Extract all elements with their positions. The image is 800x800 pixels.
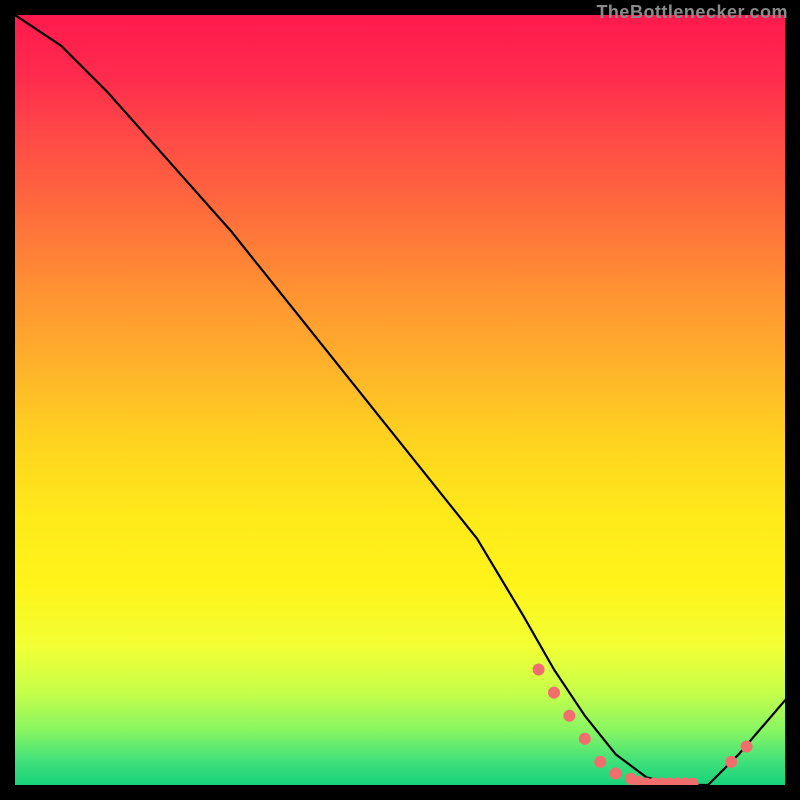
- attribution-label: TheBottlenecker.com: [596, 2, 788, 23]
- chart-gradient-background: [15, 15, 785, 785]
- chart-stage: TheBottlenecker.com: [0, 0, 800, 800]
